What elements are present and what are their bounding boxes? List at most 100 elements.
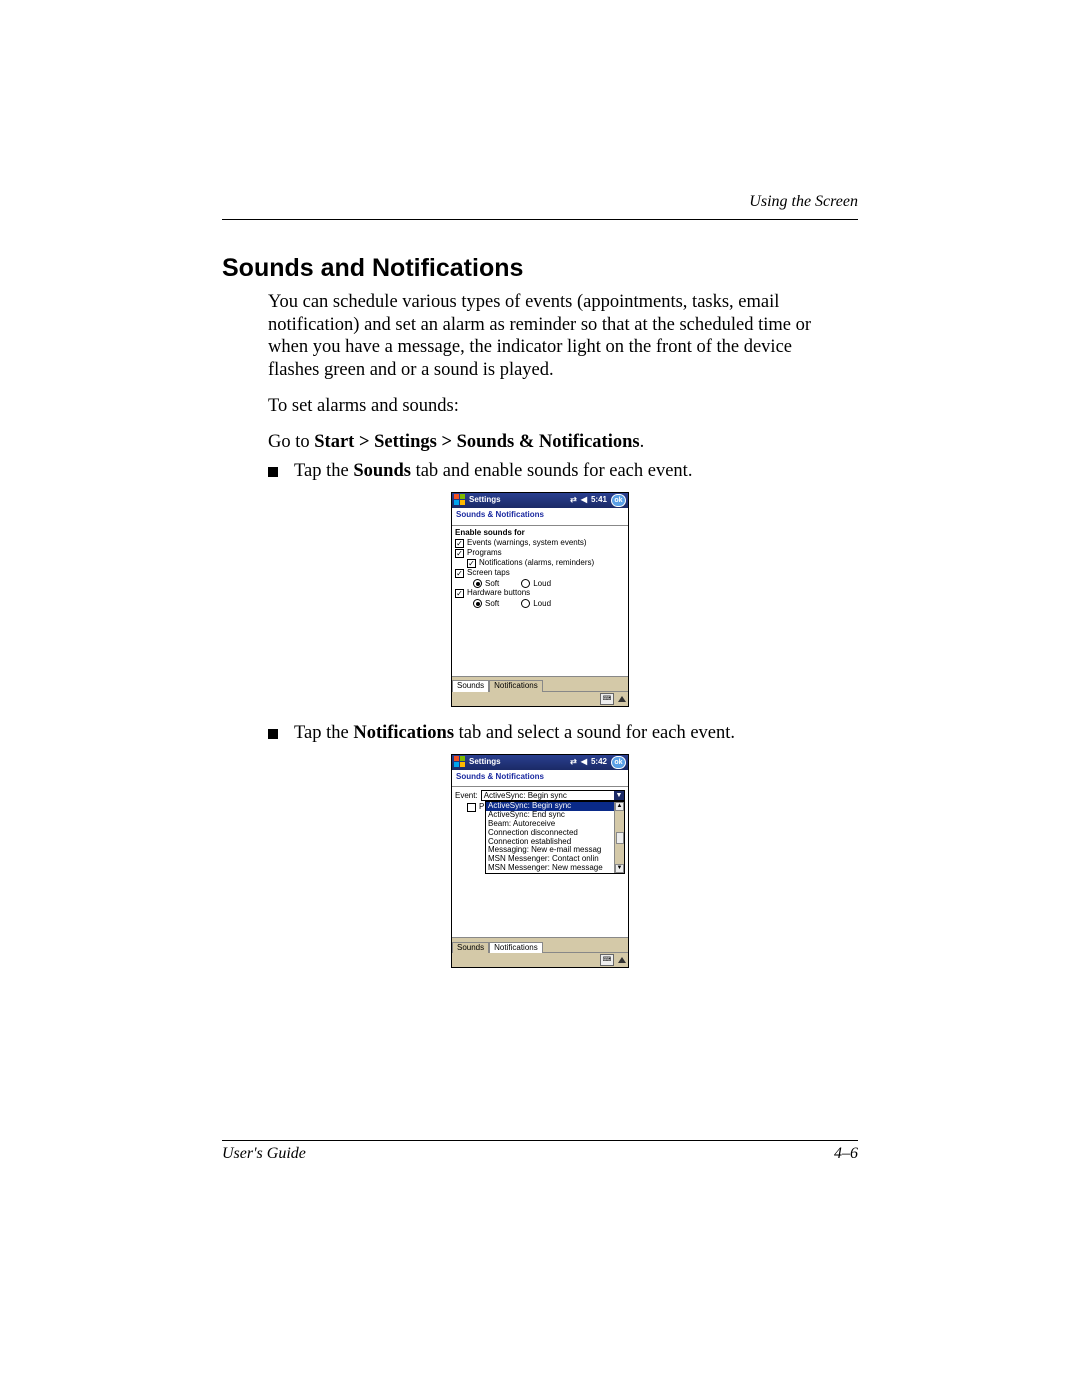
header-rule bbox=[222, 219, 858, 220]
checkbox-icon[interactable] bbox=[455, 549, 464, 558]
event-row: Event: ActiveSync: Begin sync ▼ bbox=[455, 790, 625, 801]
checkbox-label: Hardware buttons bbox=[467, 589, 530, 598]
nav-suffix: . bbox=[640, 432, 645, 452]
event-label: Event: bbox=[455, 792, 478, 801]
radio-icon[interactable] bbox=[473, 579, 482, 588]
body-paragraph: To set alarms and sounds: bbox=[268, 395, 838, 418]
checkbox-programs[interactable]: Programs bbox=[455, 549, 625, 558]
bullet-icon bbox=[268, 729, 278, 739]
listbox-items: ActiveSync: Begin sync ActiveSync: End s… bbox=[486, 802, 624, 872]
up-arrow-icon[interactable] bbox=[618, 957, 626, 963]
tab-notifications[interactable]: Notifications bbox=[489, 942, 543, 954]
ppc-content: Event: ActiveSync: Begin sync ▼ P Active… bbox=[452, 787, 628, 937]
radio-soft[interactable]: Soft bbox=[473, 599, 499, 608]
ppc-content: Enable sounds for Events (warnings, syst… bbox=[452, 526, 628, 676]
screenshot-notifications-tab: Settings ⇄ ◀ 5:42 ok Sounds & Notificati… bbox=[222, 754, 858, 969]
ppc-subtitle: Sounds & Notifications bbox=[452, 508, 628, 526]
list-item[interactable]: MSN Messenger: Contact onlin bbox=[486, 855, 624, 864]
page-header: Using the Screen bbox=[222, 193, 858, 211]
ok-button[interactable]: ok bbox=[611, 756, 626, 769]
enable-sounds-label: Enable sounds for bbox=[455, 529, 625, 538]
text: Tap the bbox=[294, 723, 353, 743]
document-page: Using the Screen Sounds and Notification… bbox=[0, 0, 1080, 1397]
footer-right: 4–6 bbox=[834, 1145, 858, 1163]
list-item[interactable]: Connection disconnected bbox=[486, 829, 624, 838]
scroll-up-icon[interactable]: ▲ bbox=[615, 802, 624, 811]
list-item[interactable]: ActiveSync: End sync bbox=[486, 811, 624, 820]
page-footer: User's Guide 4–6 bbox=[222, 1140, 858, 1163]
checkbox-icon[interactable] bbox=[455, 589, 464, 598]
ppc-window: Settings ⇄ ◀ 5:41 ok Sounds & Notificati… bbox=[451, 492, 629, 707]
checkbox-label: Programs bbox=[467, 549, 502, 558]
radio-soft[interactable]: Soft bbox=[473, 579, 499, 588]
bullet-item: Tap the Notifications tab and select a s… bbox=[268, 723, 858, 744]
ppc-bottombar: ⌨ bbox=[452, 691, 628, 706]
keyboard-icon[interactable]: ⌨ bbox=[600, 954, 614, 966]
bullet-icon bbox=[268, 467, 278, 477]
bold-text: Sounds bbox=[353, 461, 411, 481]
checkbox-label: Screen taps bbox=[467, 569, 510, 578]
radio-label: Loud bbox=[533, 600, 551, 609]
scroll-thumb[interactable] bbox=[616, 832, 624, 844]
up-arrow-icon[interactable] bbox=[618, 696, 626, 702]
scrollbar[interactable]: ▲ ▼ bbox=[614, 802, 624, 872]
event-listbox[interactable]: ActiveSync: Begin sync ActiveSync: End s… bbox=[485, 801, 625, 873]
ppc-tabs: Sounds Notifications bbox=[452, 676, 628, 691]
ok-button[interactable]: ok bbox=[611, 494, 626, 507]
list-item[interactable]: Messaging: New e-mail messag bbox=[486, 846, 624, 855]
scroll-down-icon[interactable]: ▼ bbox=[615, 864, 624, 873]
text: tab and enable sounds for each event. bbox=[411, 461, 693, 481]
body-paragraph: You can schedule various types of events… bbox=[268, 291, 838, 381]
speaker-icon[interactable]: ◀ bbox=[581, 496, 587, 505]
running-head: Using the Screen bbox=[749, 193, 858, 211]
radio-label: Loud bbox=[533, 580, 551, 589]
radio-label: Soft bbox=[485, 600, 499, 609]
checkbox-icon[interactable] bbox=[467, 559, 476, 568]
list-item[interactable]: MSN Messenger: New message bbox=[486, 864, 624, 873]
chevron-down-icon[interactable]: ▼ bbox=[614, 791, 624, 800]
radio-icon[interactable] bbox=[521, 579, 530, 588]
signal-icon[interactable]: ⇄ bbox=[570, 496, 577, 505]
tab-sounds[interactable]: Sounds bbox=[452, 942, 489, 954]
ppc-titlebar: Settings ⇄ ◀ 5:41 ok bbox=[452, 493, 628, 508]
bold-text: Notifications bbox=[353, 723, 454, 743]
tab-sounds[interactable]: Sounds bbox=[452, 680, 489, 692]
ppc-tabs: Sounds Notifications bbox=[452, 937, 628, 952]
combobox-value: ActiveSync: Begin sync bbox=[482, 792, 614, 801]
screenshot-sounds-tab: Settings ⇄ ◀ 5:41 ok Sounds & Notificati… bbox=[222, 492, 858, 707]
radio-label: Soft bbox=[485, 580, 499, 589]
clock-text: 5:42 bbox=[591, 758, 607, 767]
checkbox-icon[interactable] bbox=[455, 569, 464, 578]
checkbox-screen-taps[interactable]: Screen taps bbox=[455, 569, 625, 578]
list-item[interactable]: Connection established bbox=[486, 838, 624, 847]
radio-icon[interactable] bbox=[473, 599, 482, 608]
start-icon[interactable] bbox=[454, 494, 466, 506]
radio-loud[interactable]: Loud bbox=[521, 579, 551, 588]
footer-rule bbox=[222, 1140, 858, 1141]
ppc-bottombar: ⌨ bbox=[452, 952, 628, 967]
checkbox-p[interactable]: P bbox=[467, 803, 484, 812]
list-item[interactable]: Beam: Autoreceive bbox=[486, 820, 624, 829]
radio-icon[interactable] bbox=[521, 599, 530, 608]
nav-path: Start > Settings > Sounds & Notification… bbox=[314, 432, 639, 452]
event-combobox[interactable]: ActiveSync: Begin sync ▼ bbox=[481, 790, 625, 801]
checkbox-hardware-buttons[interactable]: Hardware buttons bbox=[455, 589, 625, 598]
signal-icon[interactable]: ⇄ bbox=[570, 758, 577, 767]
text: Tap the bbox=[294, 461, 353, 481]
nav-prefix: Go to bbox=[268, 432, 314, 452]
text: tab and select a sound for each event. bbox=[454, 723, 735, 743]
tab-notifications[interactable]: Notifications bbox=[489, 680, 543, 692]
checkbox-icon[interactable] bbox=[467, 803, 476, 812]
bullet-item: Tap the Sounds tab and enable sounds for… bbox=[268, 461, 858, 482]
footer-left: User's Guide bbox=[222, 1145, 306, 1163]
radio-loud[interactable]: Loud bbox=[521, 599, 551, 608]
ppc-window: Settings ⇄ ◀ 5:42 ok Sounds & Notificati… bbox=[451, 754, 629, 969]
speaker-icon[interactable]: ◀ bbox=[581, 758, 587, 767]
checkbox-icon[interactable] bbox=[455, 539, 464, 548]
list-item[interactable]: ActiveSync: Begin sync bbox=[486, 802, 624, 811]
checkbox-notifications[interactable]: Notifications (alarms, reminders) bbox=[467, 559, 625, 568]
ppc-title: Settings bbox=[469, 496, 501, 505]
start-icon[interactable] bbox=[454, 756, 466, 768]
keyboard-icon[interactable]: ⌨ bbox=[600, 693, 614, 705]
checkbox-events[interactable]: Events (warnings, system events) bbox=[455, 539, 625, 548]
